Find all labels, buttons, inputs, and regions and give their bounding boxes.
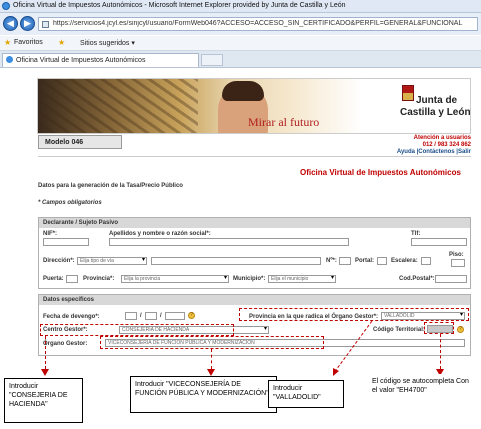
connector-lines <box>333 320 373 376</box>
callout-viceconsejeria: Introducir "VICECONSEJERÍA DE FUNCIÓN PÚ… <box>130 376 277 413</box>
callout-codigo: El código se autocompleta Con el valor "… <box>368 374 477 409</box>
callout-consejeria: Introducir "CONSEJERIA DE HACIENDA" <box>4 378 83 423</box>
callout-valladolid: Introducir "VALLADOLID" <box>268 380 344 408</box>
